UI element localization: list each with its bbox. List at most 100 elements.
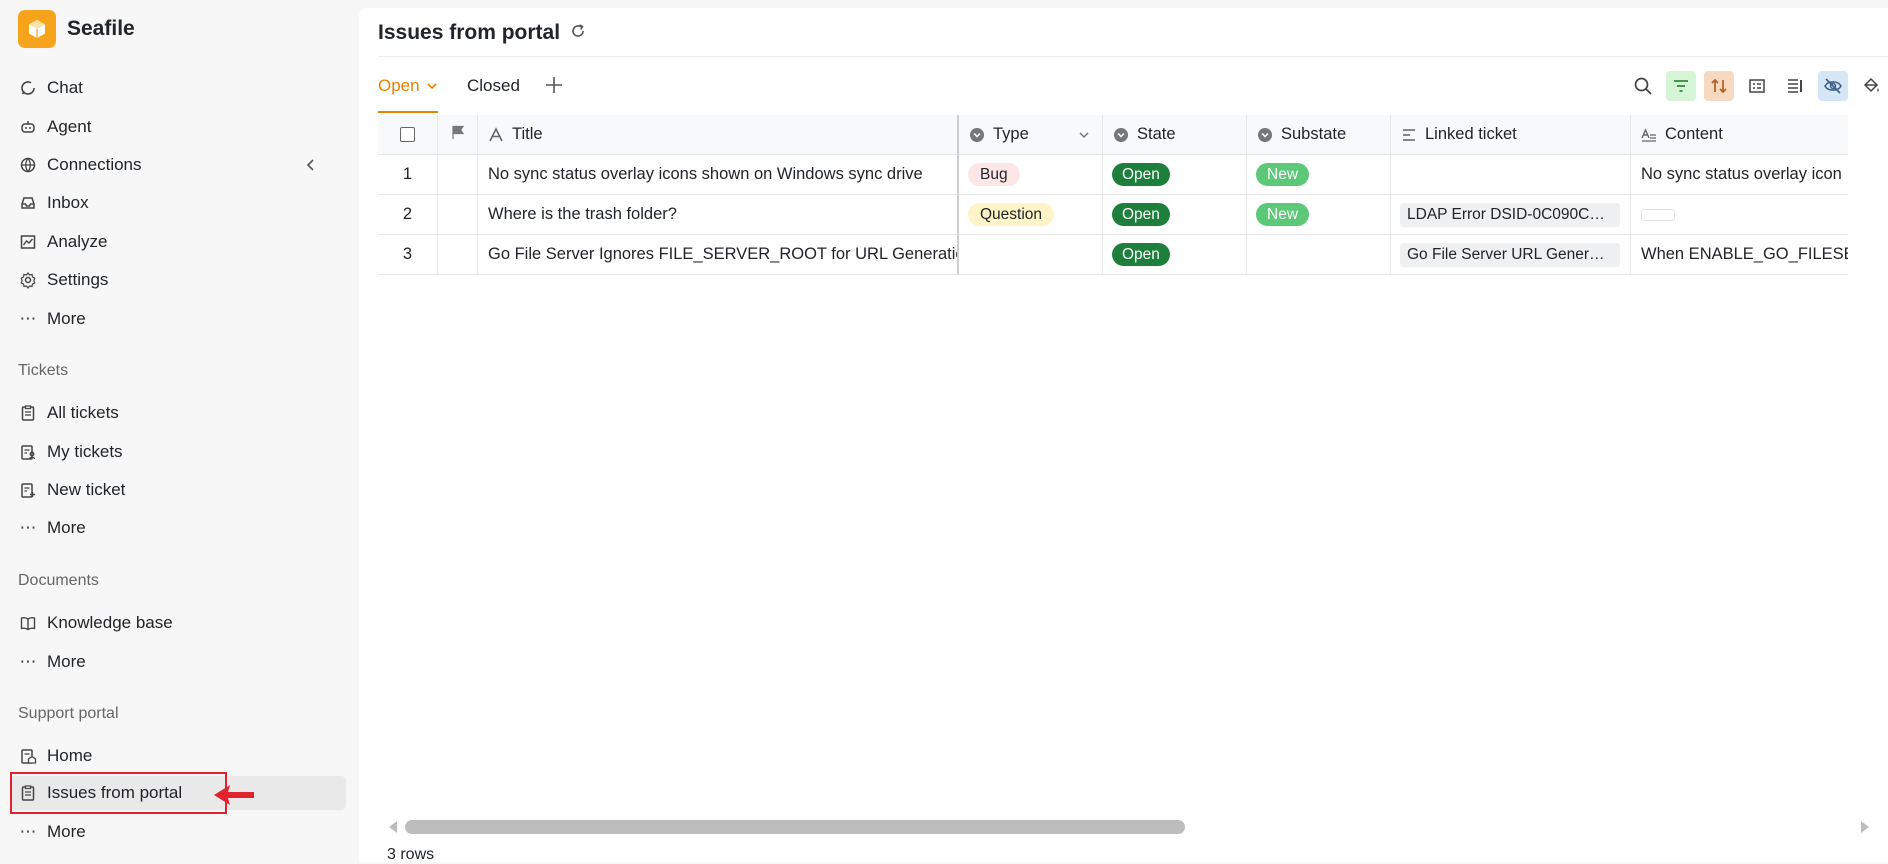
scroll-left-arrow-icon[interactable] [387,820,399,839]
sort-icon[interactable] [1704,71,1734,101]
tab-closed[interactable]: Closed [467,76,520,96]
cell-type[interactable]: Bug [959,155,1103,195]
nav-label-home: Home [47,746,93,765]
nav-label-analyze: Analyze [47,232,108,251]
column-header-title[interactable]: Title [478,115,959,155]
scrollbar-thumb[interactable] [405,820,1185,834]
cell-linked-ticket[interactable] [1391,155,1631,195]
row-flag-cell[interactable] [438,155,478,195]
column-header-substate[interactable]: Substate [1247,115,1391,155]
refresh-icon[interactable] [569,22,587,45]
more-dots-icon: ⋯ [19,652,37,671]
brand-name: Seafile [67,17,135,40]
highlight-box [10,772,227,814]
red-arrow-icon [214,785,254,805]
column-linked-ticket-label: Linked ticket [1425,125,1517,143]
cell-linked-ticket[interactable]: LDAP Error DSID-0C090CDE... [1391,195,1631,235]
section-heading-documents: Documents [18,572,99,589]
nav-label-new-ticket: New ticket [47,480,126,499]
linked-ticket-tag[interactable]: Go File Server URL Generati... [1400,242,1620,267]
cell-linked-ticket[interactable]: Go File Server URL Generati... [1391,235,1631,275]
type-tag: Question [968,203,1055,226]
table-row[interactable]: 1 No sync status overlay icons shown on … [378,155,1848,195]
section-heading-support-portal: Support portal [18,705,119,722]
cell-content[interactable]: No sync status overlay icon [1631,155,1848,195]
cell-content[interactable]: When ENABLE_GO_FILESERV [1631,235,1848,275]
tab-open-label: Open [378,76,420,95]
cell-title[interactable]: No sync status overlay icons shown on Wi… [478,155,959,195]
nav-item-documents-more[interactable]: ⋯ More [10,645,346,679]
table-row[interactable]: 2 Where is the trash folder? Question Op… [378,195,1848,235]
nav-label-my-tickets: My tickets [47,442,123,461]
nav-item-knowledge-base[interactable]: Knowledge base [10,606,346,640]
cell-substate[interactable]: New [1247,155,1391,195]
seafile-logo-icon [18,10,56,48]
group-icon[interactable] [1742,71,1772,101]
tab-open[interactable]: Open [378,76,438,96]
brand[interactable]: Seafile [18,10,135,48]
column-header-linked-ticket[interactable]: Linked ticket [1391,115,1631,155]
nav-item-all-tickets[interactable]: All tickets [10,396,346,430]
gear-icon [18,270,38,290]
nav-label-inbox: Inbox [47,193,89,212]
nav-item-chat[interactable]: Chat [10,71,346,105]
nav-label-chat: Chat [47,78,83,97]
nav-item-my-tickets[interactable]: My tickets [10,435,346,469]
nav-item-new-ticket[interactable]: New ticket [10,473,346,507]
analyze-icon [18,232,38,252]
row-height-icon[interactable] [1780,71,1810,101]
title-divider [378,56,1888,57]
cell-substate[interactable] [1247,235,1391,275]
cell-content[interactable] [1631,195,1848,235]
column-header-state[interactable]: State [1103,115,1247,155]
flag-header-cell [438,115,478,155]
column-title-label: Title [512,125,543,143]
collapse-chevron-icon[interactable] [304,157,318,177]
hide-columns-icon[interactable] [1818,71,1848,101]
cell-state[interactable]: Open [1103,155,1247,195]
table-row[interactable]: 3 Go File Server Ignores FILE_SERVER_ROO… [378,235,1848,275]
cell-title[interactable]: Go File Server Ignores FILE_SERVER_ROOT … [478,235,959,275]
nav-label-support-more: More [47,822,86,841]
row-flag-cell[interactable] [438,235,478,275]
add-view-icon[interactable] [543,74,565,101]
chat-icon [18,78,38,98]
column-header-content[interactable]: Content [1631,115,1848,155]
cell-type[interactable]: Question [959,195,1103,235]
nav-item-inbox[interactable]: Inbox [10,186,346,220]
chevron-down-icon[interactable] [1078,129,1090,141]
select-all-cell [378,115,438,155]
column-header-type[interactable]: Type [959,115,1103,155]
scroll-right-arrow-icon[interactable] [1859,820,1871,839]
paint-bucket-icon[interactable] [1856,71,1886,101]
nav-item-tickets-more[interactable]: ⋯ More [10,511,346,545]
cell-type[interactable] [959,235,1103,275]
search-icon[interactable] [1628,71,1658,101]
cell-substate[interactable]: New [1247,195,1391,235]
nav-item-agent[interactable]: Agent [10,110,346,144]
tab-active-underline [378,111,438,113]
cell-title[interactable]: Where is the trash folder? [478,195,959,235]
substate-tag: New [1256,203,1310,226]
nav-item-home[interactable]: Home [10,739,346,773]
cell-state[interactable]: Open [1103,195,1247,235]
nav-item-more[interactable]: ⋯ More [10,302,346,336]
substate-tag: New [1256,163,1310,186]
more-dots-icon: ⋯ [19,822,37,841]
filter-icon[interactable] [1666,71,1696,101]
state-tag: Open [1112,203,1170,226]
nav-item-settings[interactable]: Settings [10,263,346,297]
nav-item-connections[interactable]: Connections [10,148,346,182]
more-dots-icon: ⋯ [19,309,37,328]
row-flag-cell[interactable] [438,195,478,235]
link-field-icon [1401,127,1417,143]
nav-item-analyze[interactable]: Analyze [10,225,346,259]
linked-ticket-tag[interactable]: LDAP Error DSID-0C090CDE... [1400,202,1620,227]
portal-home-icon [18,746,38,766]
select-all-checkbox[interactable] [400,127,415,142]
row-number: 3 [378,235,438,275]
cell-state[interactable]: Open [1103,235,1247,275]
nav-item-support-more[interactable]: ⋯ More [10,815,346,849]
inbox-icon [18,193,38,213]
sidebar: Seafile Chat Agent Connections Inbox Ana… [0,0,358,862]
